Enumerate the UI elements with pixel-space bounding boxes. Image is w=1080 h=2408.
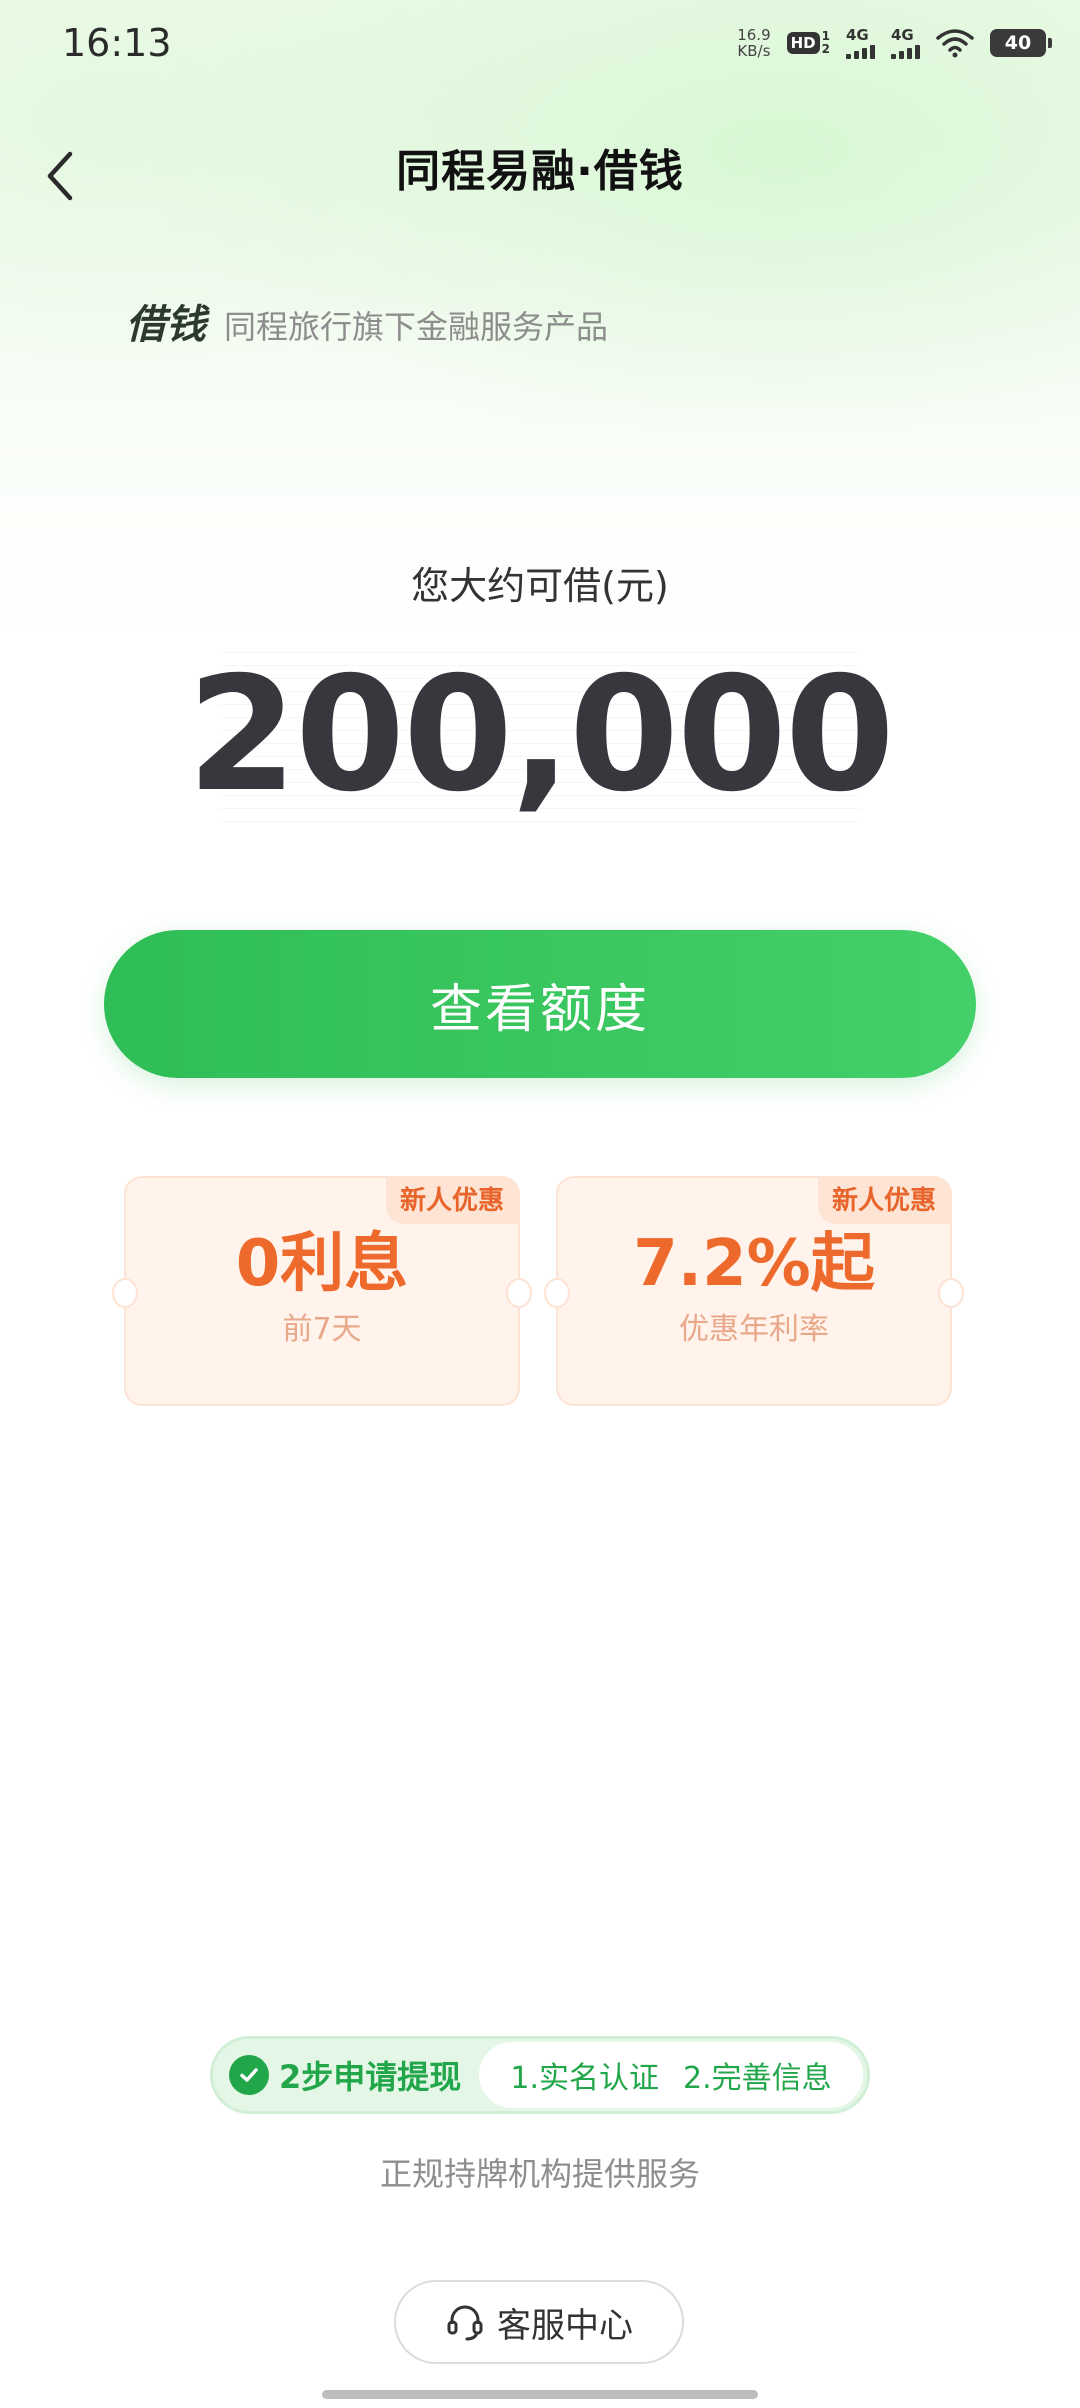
- coupon-tag: 新人优惠: [817, 1178, 950, 1224]
- signal-icon-2: 4G: [891, 27, 920, 59]
- signal-label-2: 4G: [891, 26, 914, 44]
- coupon-card-interest-free[interactable]: 新人优惠 0利息 前7天: [112, 1176, 532, 1406]
- signal-bars-1: [846, 43, 875, 59]
- page-title: 同程易融·借钱: [396, 146, 684, 197]
- amount-label: 您大约可借(元): [411, 564, 669, 608]
- coupon-headline: 0利息: [235, 1227, 409, 1301]
- customer-service-button[interactable]: 客服中心: [394, 2280, 684, 2364]
- licensed-service-note: 正规持牌机构提供服务: [379, 2155, 700, 2193]
- hd-label: HD: [786, 32, 820, 54]
- coupon-headline: 7.2%起: [633, 1227, 875, 1301]
- coupon-subtext: 前7天: [282, 1312, 362, 1347]
- brand-name: 借钱: [126, 302, 206, 348]
- application-steps-banner: 2步申请提现 1.实名认证 2.完善信息: [210, 2036, 870, 2114]
- signal-icon-1: 4G: [846, 27, 875, 59]
- battery-icon: 40: [990, 29, 1052, 57]
- home-indicator[interactable]: [322, 2390, 758, 2399]
- hd-sub: 1 2: [822, 30, 830, 56]
- brand-row: 借钱 同程旅行旗下金融服务产品: [126, 292, 608, 350]
- coupon-tag: 新人优惠: [385, 1178, 518, 1224]
- network-speed: 16.9 KB/s: [737, 27, 770, 59]
- coupon-card-rate[interactable]: 新人优惠 7.2%起 优惠年利率: [544, 1176, 964, 1406]
- network-speed-value: 16.9: [737, 26, 771, 44]
- headset-icon: [447, 2305, 483, 2341]
- status-icons: 16.9 KB/s HD 1 2 4G 4G 40: [737, 20, 1052, 66]
- signal-label-1: 4G: [846, 26, 869, 44]
- network-speed-unit: KB/s: [737, 42, 771, 60]
- signal-bars-2: [891, 43, 920, 59]
- step-1-label: 1.实名认证: [510, 2061, 659, 2096]
- status-time: 16:13: [62, 21, 172, 65]
- step-2-label: 2.完善信息: [683, 2061, 832, 2096]
- customer-service-label: 客服中心: [497, 2305, 633, 2346]
- check-circle-icon: [229, 2055, 269, 2095]
- steps-detail: 1.实名认证 2.完善信息: [479, 2042, 863, 2108]
- brand-description: 同程旅行旗下金融服务产品: [224, 308, 609, 346]
- hd-sub-bottom: 2: [821, 42, 830, 56]
- coupon-subtext: 优惠年利率: [679, 1312, 829, 1347]
- steps-summary-label: 2步申请提现: [279, 2058, 462, 2096]
- wifi-icon: [936, 29, 974, 58]
- hd-icon: HD 1 2: [786, 30, 830, 56]
- view-credit-button[interactable]: 查看额度: [104, 930, 976, 1078]
- loan-amount: 200,000: [187, 643, 895, 827]
- steps-summary: 2步申请提现: [213, 2052, 479, 2098]
